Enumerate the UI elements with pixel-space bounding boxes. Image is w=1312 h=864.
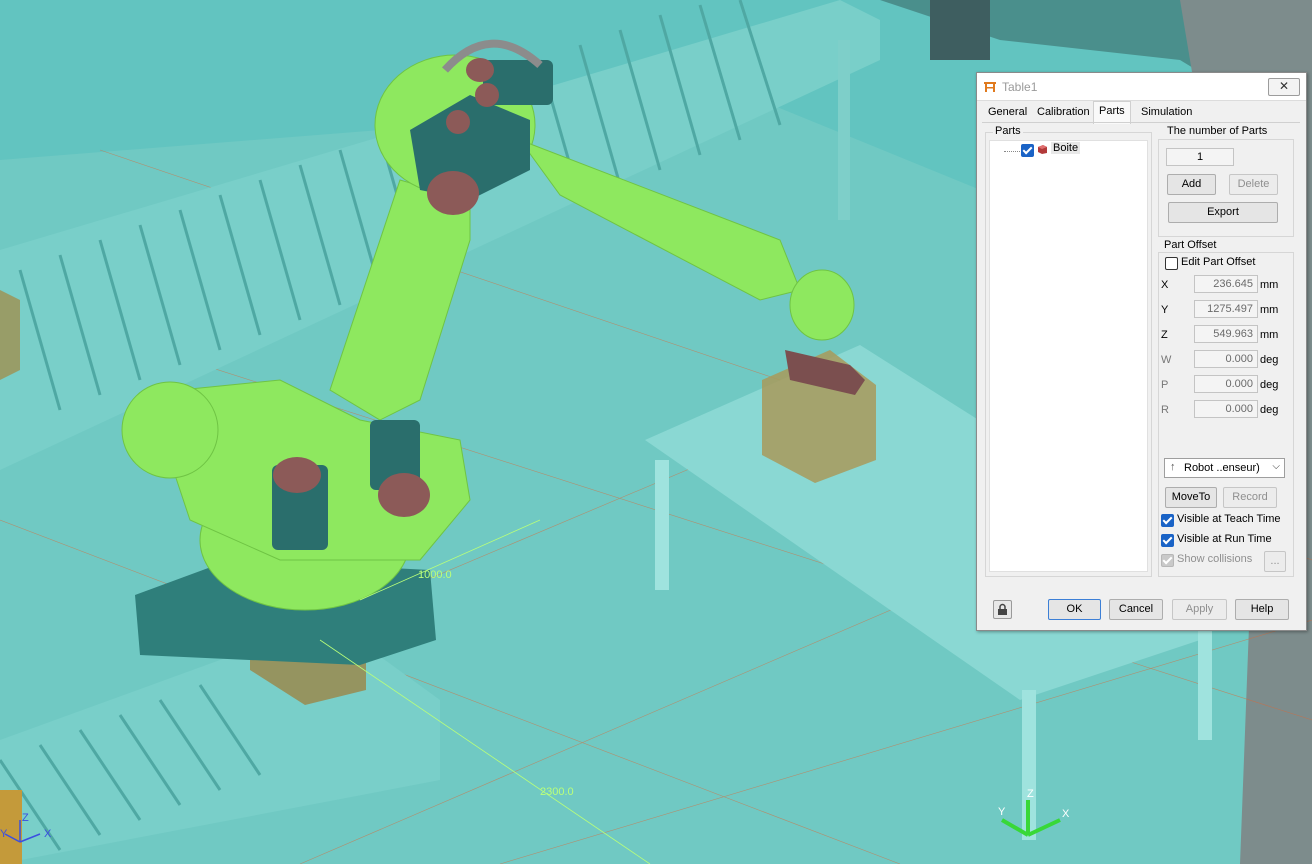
table1-properties-dialog[interactable]: Table1 ✕ General Calibration Parts Simul… [976,72,1307,631]
offset-y-field: 1275.497 [1194,300,1258,318]
robot-select-value: Robot ..enseur) [1184,462,1260,474]
offset-z-label: Z [1161,329,1168,341]
tab-simulation[interactable]: Simulation [1136,103,1197,122]
conveyor-leg [838,40,850,220]
visible-run-label[interactable]: Visible at Run Time [1177,533,1272,545]
triad-small-z-label: Z [22,812,29,824]
ok-button[interactable]: OK [1048,599,1101,620]
part-box [0,290,20,380]
robot-icon: ↑ [1170,461,1176,473]
record-button: Record [1223,487,1277,508]
tree-connector [1004,151,1022,152]
dialog-titlebar[interactable]: Table1 ✕ [977,73,1306,101]
offset-y-label: Y [1161,304,1169,316]
cancel-button[interactable]: Cancel [1109,599,1163,620]
triad-small-x-label: X [44,828,52,840]
box-part-icon [1038,145,1047,154]
close-icon: ✕ [1278,79,1290,93]
tab-general[interactable]: General [983,103,1032,122]
offset-x-unit: mm [1260,279,1279,291]
close-button[interactable]: ✕ [1268,78,1300,96]
delete-button: Delete [1229,174,1278,195]
show-collisions-label: Show collisions [1177,553,1253,565]
offset-p-label: P [1161,379,1169,391]
offset-r-unit: deg [1260,404,1279,416]
triad-x-label: X [1062,808,1070,820]
part-label[interactable]: Boite [1051,142,1081,154]
lock-icon [998,603,1007,615]
edit-part-offset-checkbox[interactable] [1165,257,1178,270]
add-button[interactable]: Add [1167,174,1216,195]
offset-x-label: X [1161,279,1169,291]
parts-group-title: Parts [993,125,1023,137]
part-offset-title: Part Offset [1162,239,1219,251]
offset-p-unit: deg [1260,379,1279,391]
triad-z-label: Z [1027,788,1034,800]
visible-teach-label[interactable]: Visible at Teach Time [1177,513,1281,525]
visible-run-checkbox[interactable] [1161,534,1174,547]
offset-x-field: 236.645 [1194,275,1258,293]
table-leg [1198,620,1212,740]
part-box [0,790,22,864]
table-leg [655,460,669,590]
offset-r-label: R [1161,404,1169,416]
table-icon [984,82,996,92]
tab-calibration[interactable]: Calibration [1032,103,1095,122]
help-button[interactable]: Help [1235,599,1289,620]
offset-w-field: 0.000 [1194,350,1258,368]
moveto-button[interactable]: MoveTo [1165,487,1217,508]
offset-w-label: W [1161,354,1172,366]
pillar [930,0,990,60]
part-checkbox[interactable] [1021,144,1034,157]
collision-options-button: ... [1264,551,1286,572]
part-count-field: 1 [1166,148,1234,166]
apply-button: Apply [1172,599,1227,620]
tab-divider [982,122,1300,123]
offset-p-field: 0.000 [1194,375,1258,393]
offset-r-field: 0.000 [1194,400,1258,418]
triad-small-y-label: Y [0,828,8,840]
visible-teach-checkbox[interactable] [1161,514,1174,527]
show-collisions-checkbox [1161,554,1174,567]
dimension-label: 2300.0 [540,786,574,798]
lock-button[interactable] [993,600,1012,619]
export-button[interactable]: Export [1168,202,1278,223]
offset-y-unit: mm [1260,304,1279,316]
parts-tree[interactable]: Boite [989,140,1148,572]
offset-z-unit: mm [1260,329,1279,341]
robot-select[interactable]: ↑ Robot ..enseur) ⌵ [1164,458,1285,478]
dialog-title: Table1 [1002,80,1038,94]
number-of-parts-title: The number of Parts [1165,125,1270,137]
chevron-down-icon: ⌵ [1272,461,1280,472]
dimension-label: 1000.0 [418,569,452,581]
offset-z-field: 549.963 [1194,325,1258,343]
triad-y-label: Y [998,806,1006,818]
edit-part-offset-label[interactable]: Edit Part Offset [1181,256,1255,268]
offset-w-unit: deg [1260,354,1279,366]
tab-parts[interactable]: Parts [1093,101,1131,124]
